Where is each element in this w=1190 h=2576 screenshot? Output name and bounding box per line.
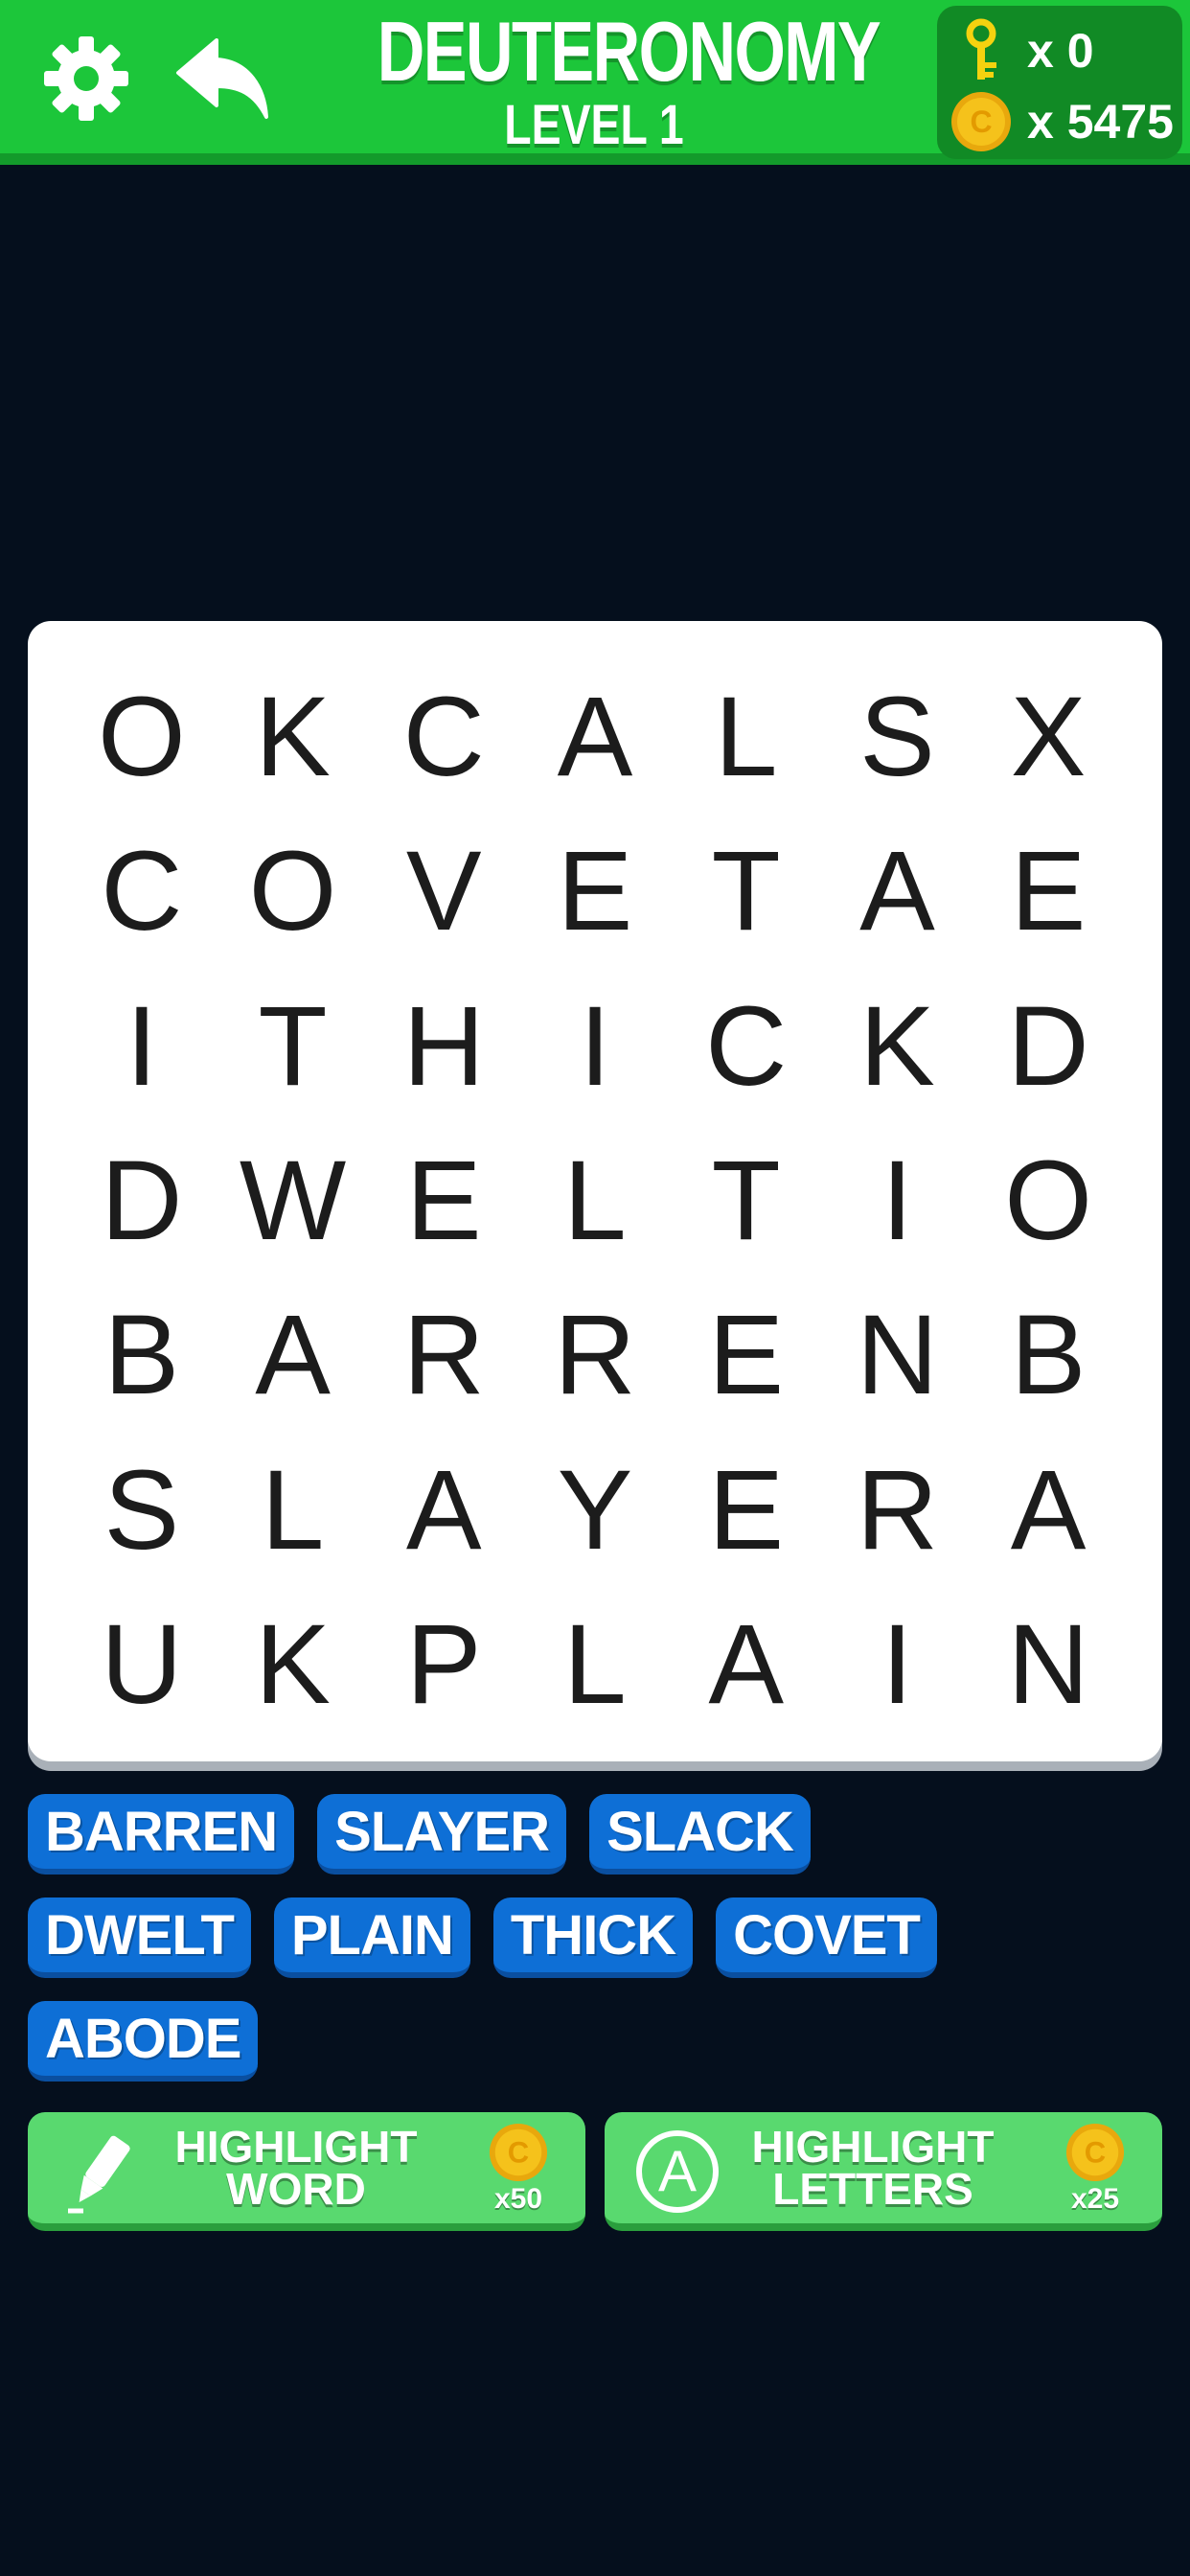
grid-cell[interactable]: K xyxy=(217,659,369,814)
highlight-word-button[interactable]: HIGHLIGHT WORD C x50 xyxy=(28,2112,585,2231)
grid-cell[interactable]: D xyxy=(973,969,1124,1123)
word-chip: SLAYER xyxy=(317,1794,567,1874)
grid-cell[interactable]: T xyxy=(671,814,822,968)
keys-count: x 0 xyxy=(1027,24,1094,78)
settings-button[interactable] xyxy=(29,21,144,136)
word-chip: PLAIN xyxy=(273,1898,470,1978)
word-chip: ABODE xyxy=(28,2001,259,2082)
keys-counter: x 0 xyxy=(949,17,1094,84)
grid-cell[interactable]: Y xyxy=(519,1433,671,1587)
coin-icon: C xyxy=(489,2123,548,2182)
grid-cell[interactable]: H xyxy=(368,969,519,1123)
grid-cell[interactable]: O xyxy=(217,814,369,968)
grid-cell[interactable]: C xyxy=(66,814,217,968)
top-bar: DEUTERONOMY LEVEL 1 x 0 C x 5475 xyxy=(0,0,1190,165)
grid-cell[interactable]: R xyxy=(368,1278,519,1433)
grid-cell[interactable]: K xyxy=(822,969,973,1123)
gear-icon xyxy=(44,36,128,121)
grid-cell[interactable]: A xyxy=(822,814,973,968)
grid-cell[interactable]: L xyxy=(671,659,822,814)
word-row: BARREN SLAYER SLACK xyxy=(28,1794,1162,1874)
grid-cell[interactable]: I xyxy=(822,1588,973,1742)
grid-cell[interactable]: E xyxy=(671,1433,822,1587)
svg-text:C: C xyxy=(508,2136,529,2170)
svg-text:C: C xyxy=(1085,2136,1106,2170)
grid-cell[interactable]: V xyxy=(368,814,519,968)
highlight-letters-label: HIGHLIGHT LETTERS xyxy=(751,2122,995,2214)
grid-cell[interactable]: R xyxy=(519,1278,671,1433)
highlight-word-label: HIGHLIGHT WORD xyxy=(174,2122,418,2214)
highlight-word-cost: C x50 xyxy=(480,2122,557,2216)
currency-panel: x 0 C x 5475 xyxy=(937,6,1182,159)
grid-cell[interactable]: L xyxy=(519,1588,671,1742)
coin-icon: C xyxy=(951,92,1011,151)
coin-icon: C xyxy=(1065,2123,1125,2182)
word-chip: COVET xyxy=(716,1898,937,1978)
grid-cell[interactable]: O xyxy=(973,1123,1124,1277)
grid-cell[interactable]: S xyxy=(822,659,973,814)
grid-cell[interactable]: T xyxy=(671,1123,822,1277)
grid-cell[interactable]: C xyxy=(368,659,519,814)
grid-cell[interactable]: O xyxy=(66,659,217,814)
word-chip: DWELT xyxy=(28,1898,251,1978)
grid-cell[interactable]: I xyxy=(66,969,217,1123)
powerup-bar: HIGHLIGHT WORD C x50 A HIGHLIGHT LETTERS xyxy=(28,2112,1162,2237)
grid-cell[interactable]: B xyxy=(973,1278,1124,1433)
grid-cell[interactable]: T xyxy=(217,969,369,1123)
letter-grid[interactable]: OKCALSXCOVETAEITHICKDDWELTIOBARRENBSLAYE… xyxy=(28,621,1162,1761)
grid-cell[interactable]: E xyxy=(368,1123,519,1277)
grid-cell[interactable]: C xyxy=(671,969,822,1123)
back-button[interactable] xyxy=(165,21,280,136)
grid-cell[interactable]: E xyxy=(973,814,1124,968)
grid-cell[interactable]: L xyxy=(217,1433,369,1587)
svg-text:C: C xyxy=(970,104,992,139)
coins-count: x 5475 xyxy=(1027,95,1174,149)
grid-cell[interactable]: A xyxy=(973,1433,1124,1587)
word-chip: SLACK xyxy=(589,1794,811,1874)
grid-cell[interactable]: U xyxy=(66,1588,217,1742)
grid-cell[interactable]: A xyxy=(671,1588,822,1742)
word-row: DWELT PLAIN THICK COVET xyxy=(28,1898,1162,1978)
grid-cell[interactable]: I xyxy=(822,1123,973,1277)
word-chip: BARREN xyxy=(28,1794,295,1874)
grid-cell[interactable]: X xyxy=(973,659,1124,814)
grid-cell[interactable]: N xyxy=(973,1588,1124,1742)
undo-arrow-icon xyxy=(176,38,268,119)
grid-cell[interactable]: L xyxy=(519,1123,671,1277)
svg-text:A: A xyxy=(658,2139,697,2203)
grid-cell[interactable]: A xyxy=(368,1433,519,1587)
grid-cell[interactable]: A xyxy=(519,659,671,814)
highlight-letters-button[interactable]: A HIGHLIGHT LETTERS C x25 xyxy=(605,2112,1162,2231)
coins-counter: C x 5475 xyxy=(949,88,1174,155)
level-label: LEVEL 1 xyxy=(504,94,684,156)
grid-cell[interactable]: B xyxy=(66,1278,217,1433)
key-icon xyxy=(966,18,996,80)
letter-a-icon: A xyxy=(636,2130,719,2213)
grid-cell[interactable]: K xyxy=(217,1588,369,1742)
highlight-letters-cost: C x25 xyxy=(1057,2122,1133,2216)
highlighter-icon xyxy=(68,2135,130,2214)
word-list: BARREN SLAYER SLACK DWELT PLAIN THICK COVET ABO… xyxy=(28,1794,1162,2104)
word-chip: THICK xyxy=(492,1898,694,1978)
book-title: DEUTERONOMY xyxy=(377,4,881,99)
grid-cell[interactable]: R xyxy=(822,1433,973,1587)
title-block: DEUTERONOMY LEVEL 1 xyxy=(316,4,881,156)
grid-cell[interactable]: W xyxy=(217,1123,369,1277)
grid-cell[interactable]: A xyxy=(217,1278,369,1433)
grid-cell[interactable]: D xyxy=(66,1123,217,1277)
grid-cell[interactable]: N xyxy=(822,1278,973,1433)
grid-cell[interactable]: P xyxy=(368,1588,519,1742)
grid-cell[interactable]: E xyxy=(519,814,671,968)
grid-cell[interactable]: E xyxy=(671,1278,822,1433)
grid-cell[interactable]: S xyxy=(66,1433,217,1587)
word-row: ABODE xyxy=(28,2001,1162,2082)
grid-cell[interactable]: I xyxy=(519,969,671,1123)
